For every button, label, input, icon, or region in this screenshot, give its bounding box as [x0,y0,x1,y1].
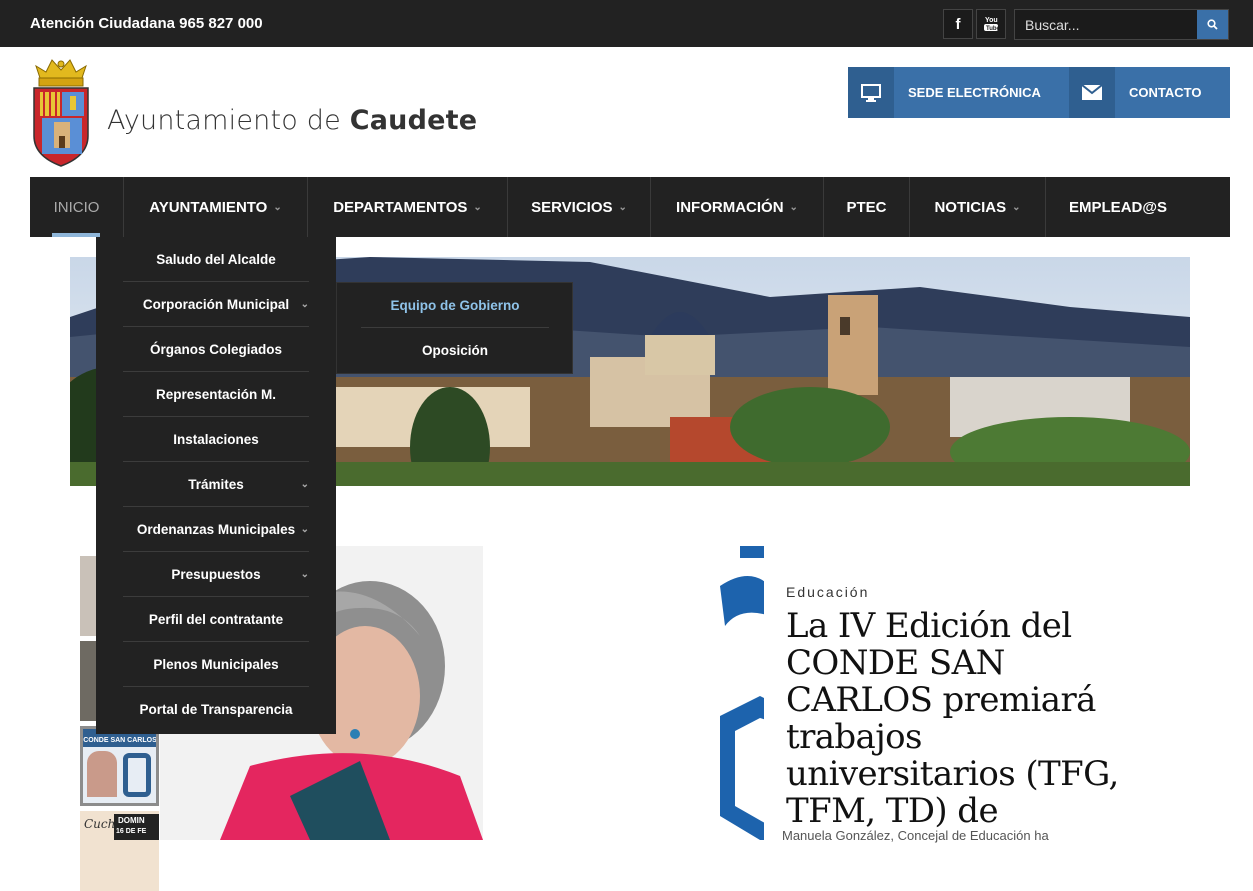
main-nav: INICIO AYUNTAMIENTO ⌄ DEPARTAMENTOS ⌄ SERV… [30,177,1230,237]
ayuntamiento-dropdown: Saludo del Alcalde Corporación Municipal… [96,230,336,734]
svg-text:You: You [985,17,998,24]
article-title[interactable]: La IV Edición del CONDE SAN CARLOS premi… [786,608,1136,830]
news-thumbnail-domingo[interactable]: Cucho DOMIN 16 DE FE [80,811,159,891]
contacto-button[interactable]: CONTACTO [1069,67,1230,118]
chevron-down-icon: ⌄ [300,568,309,580]
contacto-label: CONTACTO [1129,85,1202,100]
corporacion-submenu: Equipo de Gobierno Oposición [336,282,573,374]
news-thumbnail-premios[interactable]: PREMIOS CONDE SAN CARLOS [80,726,159,806]
chevron-down-icon: ⌄ [300,298,309,310]
chevron-down-icon: ⌄ [618,201,627,213]
envelope-icon [1082,85,1102,100]
nav-item-noticias[interactable]: NOTICIAS ⌄ [910,177,1046,237]
chevron-down-icon: ⌄ [789,201,798,213]
dropdown-item-plenos[interactable]: Plenos Municipales [123,642,309,687]
dropdown-item-ordenanzas[interactable]: Ordenanzas Municipales ⌄ [123,507,309,552]
submenu-item-oposicion[interactable]: Oposición [361,328,549,373]
search-input[interactable] [1015,10,1197,39]
featured-article-card: Educación La IV Edición del CONDE SAN CA… [764,546,1144,843]
dropdown-caret [210,230,224,237]
search-icon [1207,19,1218,30]
chevron-down-icon: ⌄ [300,523,309,535]
domingo-date: 16 DE FE [116,828,147,835]
chevron-down-icon: ⌄ [1012,201,1021,213]
article-category[interactable]: Educación [786,584,869,600]
nav-item-departamentos[interactable]: DEPARTAMENTOS ⌄ [308,177,508,237]
dropdown-item-organos-colegiados[interactable]: Órganos Colegiados [123,327,309,372]
monitor-icon [861,83,881,102]
search-button[interactable] [1197,10,1228,39]
dropdown-item-representacion[interactable]: Representación M. [123,372,309,417]
dropdown-item-corporacion-municipal[interactable]: Corporación Municipal ⌄ [123,282,309,327]
chevron-down-icon: ⌄ [473,201,482,213]
nav-item-servicios[interactable]: SERVICIOS ⌄ [508,177,651,237]
article-excerpt: Manuela González, Concejal de Educación … [782,828,1049,843]
top-bar: Atención Ciudadana 965 827 000 f You Tube [0,0,1253,47]
citizen-service-phone[interactable]: Atención Ciudadana 965 827 000 [30,15,263,32]
search-box [1014,9,1229,40]
chevron-down-icon: ⌄ [273,201,282,213]
dropdown-item-presupuestos[interactable]: Presupuestos ⌄ [123,552,309,597]
nav-item-ayuntamiento[interactable]: AYUNTAMIENTO ⌄ [124,177,308,237]
svg-text:Tube: Tube [986,26,999,32]
submenu-item-equipo-gobierno[interactable]: Equipo de Gobierno [361,283,549,328]
sede-electronica-button[interactable]: SEDE ELECTRÓNICA [848,67,1069,118]
dropdown-item-instalaciones[interactable]: Instalaciones [123,417,309,462]
sede-electronica-label: SEDE ELECTRÓNICA [908,85,1041,100]
nav-item-inicio[interactable]: INICIO [30,177,124,237]
dropdown-item-perfil-contratante[interactable]: Perfil del contratante [123,597,309,642]
coat-of-arms-logo[interactable] [30,56,92,168]
active-nav-indicator [52,233,100,237]
site-title[interactable]: Ayuntamiento de Caudete [107,105,477,136]
nav-item-informacion[interactable]: INFORMACIÓN ⌄ [651,177,824,237]
dropdown-item-tramites[interactable]: Trámites ⌄ [123,462,309,507]
dropdown-item-saludo-alcalde[interactable]: Saludo del Alcalde [123,237,309,282]
domingo-label: DOMIN [118,816,145,825]
facebook-icon[interactable]: f [943,9,973,39]
conde-san-carlos-logo [700,546,770,840]
premios-name: CONDE SAN CARLOS [83,737,157,744]
chevron-down-icon: ⌄ [300,478,309,490]
youtube-icon[interactable]: You Tube [976,9,1006,39]
nav-item-empleados[interactable]: EMPLEAD@S [1046,177,1190,237]
dropdown-item-transparencia[interactable]: Portal de Transparencia [123,687,309,732]
nav-item-ptec[interactable]: PTEC [824,177,910,237]
